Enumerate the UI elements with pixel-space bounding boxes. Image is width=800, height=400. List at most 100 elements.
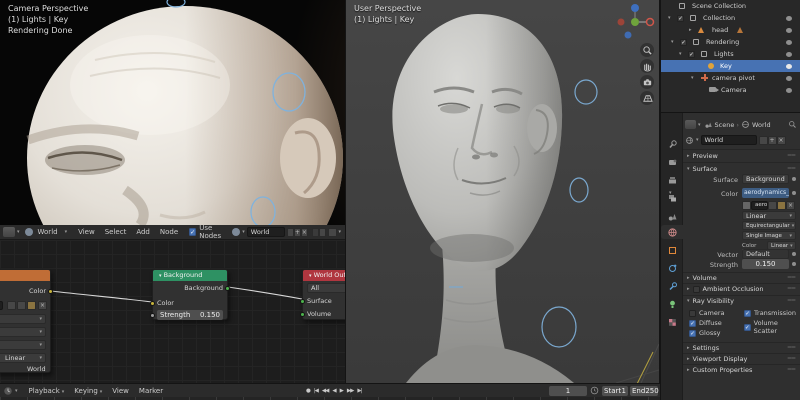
panel-drag-icon[interactable]: ==: [787, 344, 796, 351]
camera-view-button[interactable]: [640, 75, 654, 89]
animate-dot[interactable]: [792, 252, 796, 256]
expand-icon[interactable]: ▾: [691, 75, 694, 81]
outliner-row-scene-collection[interactable]: Scene Collection: [661, 0, 800, 12]
tab-scene[interactable]: [665, 209, 680, 223]
tab-texture[interactable]: [665, 315, 680, 329]
shader-node-canvas[interactable]: aerodynamics_workshop_2k.hdr Color × ▾ ▾…: [0, 240, 345, 383]
pin-icon[interactable]: [311, 227, 319, 237]
tab-view-layer[interactable]: [665, 191, 680, 205]
record-button[interactable]: ●: [304, 388, 312, 394]
menu-view[interactable]: View: [107, 387, 134, 395]
panel-viewport-display[interactable]: ▸ Viewport Display: [687, 355, 747, 363]
menu-add[interactable]: Add: [131, 228, 155, 236]
fake-user-icon[interactable]: [7, 301, 16, 310]
outliner-row-camera[interactable]: Camera: [661, 84, 800, 96]
expand-icon[interactable]: ▾: [668, 15, 671, 21]
animate-dot[interactable]: [792, 191, 796, 195]
socket-background-output[interactable]: [225, 286, 230, 291]
ao-checkbox[interactable]: [692, 285, 700, 293]
hide-eye-icon[interactable]: [786, 51, 792, 57]
timeline-editor[interactable]: ▾ Playback ▾ Keying ▾ View Marker ● |◀ ◀◀ …: [0, 384, 660, 400]
ray-transmission-toggle[interactable]: ✓ Transmission: [744, 309, 796, 317]
expand-icon[interactable]: ▾: [679, 51, 682, 57]
animate-dot[interactable]: [792, 177, 796, 181]
outliner-row-camera-pivot[interactable]: ▾ camera pivot: [661, 72, 800, 84]
menu-marker[interactable]: Marker: [134, 387, 168, 395]
node-header[interactable]: ▾ Background: [153, 270, 227, 281]
target-dropdown[interactable]: All: [307, 283, 345, 293]
hide-eye-icon[interactable]: [786, 15, 792, 21]
search-icon[interactable]: [788, 120, 797, 129]
tab-render[interactable]: [665, 155, 680, 169]
frame-end-field[interactable]: End 250: [630, 385, 659, 396]
hide-eye-icon[interactable]: [786, 27, 792, 33]
panel-drag-icon[interactable]: ==: [787, 366, 796, 373]
menu-playback[interactable]: Playback ▾: [24, 387, 70, 395]
jump-to-end-button[interactable]: ▶|: [355, 388, 363, 394]
unlink-image-icon[interactable]: ×: [38, 301, 47, 310]
unlink-datablock-icon[interactable]: ×: [300, 227, 308, 237]
world-name-field[interactable]: World: [700, 135, 757, 145]
outliner-row-rendering[interactable]: ▾ ✓ Rendering: [661, 36, 800, 48]
snapping-button[interactable]: ▾: [327, 227, 341, 237]
jump-to-start-button[interactable]: |◀: [312, 388, 320, 394]
panel-settings[interactable]: ▸ Settings: [687, 344, 719, 352]
colorspace-dropdown[interactable]: Linear ▾: [0, 353, 46, 363]
panel-drag-icon[interactable]: ==: [787, 152, 796, 159]
tab-tool[interactable]: [665, 137, 680, 151]
use-nodes-toggle[interactable]: ✓ Use Nodes: [189, 224, 222, 240]
outliner-row-collection[interactable]: ▾ ✓ Collection: [661, 12, 800, 24]
expand-icon[interactable]: ▸: [689, 27, 692, 33]
outliner[interactable]: Scene Collection ▾ ✓ Collection ▸ head ▾…: [661, 0, 800, 112]
render-viewport[interactable]: Camera Perspective (1) Lights | Key Rend…: [0, 0, 345, 225]
interpolation-dropdown[interactable]: Linear ▾: [742, 211, 796, 220]
panel-drag-icon[interactable]: ==: [787, 274, 796, 281]
light-gizmo-circle[interactable]: [541, 306, 577, 348]
collection-checkbox[interactable]: ✓: [680, 38, 687, 46]
surface-dropdown[interactable]: Background: [742, 174, 789, 184]
node-header[interactable]: aerodynamics_workshop_2k.hdr: [0, 270, 50, 281]
perspective-toggle-button[interactable]: [640, 91, 654, 105]
frame-start-field[interactable]: Start 1: [602, 385, 628, 396]
open-image-folder-icon[interactable]: [27, 301, 36, 310]
breadcrumb-world[interactable]: World: [752, 121, 771, 129]
image-name-field[interactable]: [0, 301, 3, 310]
panel-drag-icon[interactable]: ==: [787, 297, 796, 304]
panel-custom-properties[interactable]: ▸ Custom Properties: [687, 366, 752, 374]
panel-preview[interactable]: ▸ Preview: [687, 152, 718, 160]
properties-editor-icon[interactable]: [685, 120, 696, 129]
play-button[interactable]: ▶: [338, 388, 345, 394]
menu-keying[interactable]: Keying ▾: [69, 387, 107, 395]
tab-output[interactable]: [665, 173, 680, 187]
image-name[interactable]: aero: [751, 200, 768, 210]
tab-constraints[interactable]: [665, 279, 680, 293]
image-datablock-row[interactable]: ×: [0, 301, 47, 311]
open-folder-icon[interactable]: [777, 200, 786, 210]
hide-eye-icon[interactable]: [786, 75, 792, 81]
projection-dropdown[interactable]: Equirectangular ▾: [742, 221, 796, 230]
animate-dot[interactable]: [792, 262, 796, 266]
unlink-icon[interactable]: ×: [786, 200, 795, 210]
node-background[interactable]: ▾ Background Background Color Strength 0…: [150, 269, 230, 320]
panel-ray-visibility[interactable]: ▾ Ray Visibility: [687, 297, 734, 305]
unlink-datablock-icon[interactable]: ×: [776, 135, 786, 145]
world-browse-button[interactable]: ▾: [685, 136, 699, 145]
outliner-row-key-selected[interactable]: Key: [661, 60, 800, 72]
panel-drag-icon[interactable]: ==: [787, 355, 796, 362]
world-datablock-browse[interactable]: ▾: [232, 228, 245, 236]
source-dropdown[interactable]: Single Image ▾: [742, 231, 796, 240]
projection-dropdown[interactable]: ▾: [0, 327, 46, 337]
ray-volume-scatter-toggle[interactable]: ✓ Volume Scatter: [744, 319, 800, 335]
source-dropdown[interactable]: ▾: [0, 340, 46, 350]
ray-camera-toggle[interactable]: Camera: [689, 309, 725, 317]
tab-object[interactable]: [665, 243, 680, 257]
vector-dropdown[interactable]: Default: [742, 249, 789, 259]
outliner-row-lights[interactable]: ▾ ✓ Lights: [661, 48, 800, 60]
panel-volume[interactable]: ▸ Volume: [687, 274, 717, 282]
copy-datablock-icon[interactable]: [17, 301, 26, 310]
hide-eye-icon[interactable]: [786, 63, 792, 69]
tab-physics[interactable]: [665, 261, 680, 275]
editor-type-button[interactable]: ▾: [3, 386, 18, 396]
menu-node[interactable]: Node: [155, 228, 183, 236]
socket-volume-input[interactable]: [300, 312, 305, 317]
